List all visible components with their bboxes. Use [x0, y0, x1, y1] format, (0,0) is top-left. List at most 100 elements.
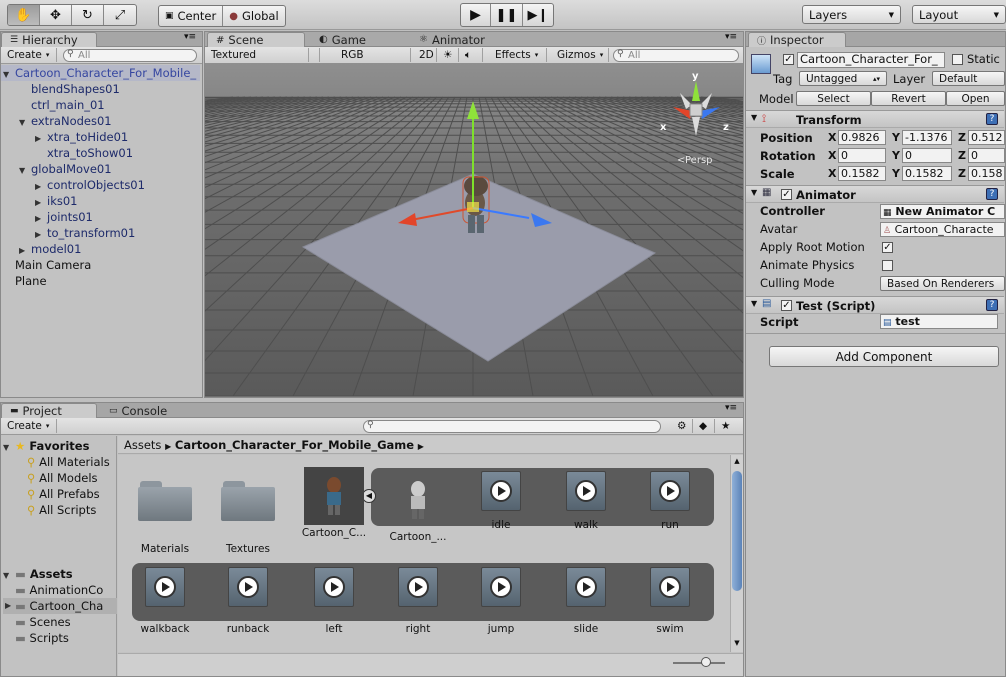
position-z-field[interactable]: 0.512 — [968, 130, 1005, 145]
help-icon[interactable]: ? — [986, 299, 998, 311]
assets-section[interactable]: ▼ ▬ Assets — [3, 566, 73, 582]
gizmos-dropdown[interactable]: Gizmos ▾ — [553, 48, 609, 62]
help-icon[interactable]: ? — [986, 188, 998, 200]
script-field[interactable]: ▤ test — [880, 314, 998, 329]
asset-item[interactable]: swim — [634, 567, 706, 635]
pause-button[interactable]: ❚❚ — [491, 4, 523, 26]
layout-dropdown[interactable]: Layout ▼ — [912, 5, 1006, 24]
asset-item[interactable]: slide — [550, 567, 622, 635]
hierarchy-search-input[interactable]: ⚲ All — [63, 49, 197, 62]
position-y-field[interactable]: -1.1376 — [902, 130, 952, 145]
mode-2d-toggle[interactable]: 2D — [415, 48, 437, 62]
favorite-item[interactable]: ⚲ All Prefabs — [27, 486, 100, 502]
hierarchy-item[interactable]: ▶ controlObjects01 — [35, 177, 145, 193]
hierarchy-item[interactable]: xtra_toShow01 — [35, 145, 133, 161]
static-checkbox[interactable] — [952, 54, 963, 65]
hierarchy-item[interactable]: ▶ iks01 — [35, 193, 77, 209]
expand-arrow-icon[interactable]: ▼ — [19, 115, 31, 131]
avatar-field[interactable]: ♙ Cartoon_Characte — [880, 222, 1005, 237]
tab-project[interactable]: ▬ Project — [1, 403, 97, 418]
collapse-arrow-icon[interactable]: ▶ — [5, 598, 17, 614]
scroll-down-icon[interactable]: ▼ — [732, 639, 742, 647]
animate-physics-checkbox[interactable] — [882, 260, 893, 271]
culling-mode-dropdown[interactable]: Based On Renderers — [880, 276, 1005, 291]
scale-tool-button[interactable]: ⤢ — [104, 5, 136, 25]
collapse-arrow-icon[interactable]: ▼ — [751, 188, 757, 197]
scale-y-field[interactable]: 0.1582 — [902, 166, 952, 181]
filter-type-button[interactable]: ⚙ — [673, 419, 693, 433]
project-search-input[interactable]: ⚲ — [363, 420, 661, 433]
hierarchy-item[interactable]: ▼ extraNodes01 — [19, 113, 112, 129]
slider-handle[interactable] — [701, 657, 711, 667]
transform-header[interactable]: ▼ ⟟ Transform ? — [746, 110, 1004, 128]
favorite-item[interactable]: ⚲ All Models — [27, 470, 98, 486]
breadcrumb-current[interactable]: Cartoon_Character_For_Mobile_Game — [175, 438, 414, 452]
model-select-button[interactable]: Select — [796, 91, 871, 106]
breadcrumb-assets[interactable]: Assets — [124, 438, 161, 452]
scale-x-field[interactable]: 0.1582 — [838, 166, 886, 181]
rotation-x-field[interactable]: 0 — [838, 148, 886, 163]
expand-arrow-icon[interactable]: ▼ — [19, 163, 31, 179]
asset-item[interactable]: walkback — [129, 567, 201, 635]
position-x-field[interactable]: 0.9826 — [838, 130, 886, 145]
asset-item[interactable]: Cartoon_... — [382, 471, 454, 543]
asset-item[interactable]: Materials — [129, 471, 201, 555]
scale-z-field[interactable]: 0.158 — [968, 166, 1005, 181]
favorite-item[interactable]: ⚲ All Scripts — [27, 502, 96, 518]
hierarchy-item[interactable]: blendShapes01 — [19, 81, 120, 97]
rotate-tool-button[interactable]: ↻ — [72, 5, 104, 25]
move-tool-button[interactable]: ✥ — [40, 5, 72, 25]
audio-toggle[interactable]: 🔈︎ — [461, 48, 483, 62]
thumbnail-size-slider[interactable] — [673, 662, 725, 664]
animator-header[interactable]: ▼ ▦ ✓ Animator ? — [746, 185, 1004, 203]
asset-item[interactable]: jump — [465, 567, 537, 635]
asset-item[interactable]: runback — [212, 567, 284, 635]
hierarchy-item[interactable]: ▶ model01 — [19, 241, 81, 257]
asset-item[interactable]: right — [382, 567, 454, 635]
asset-folder-item[interactable]: ▬ Scripts — [15, 630, 117, 646]
step-button[interactable]: ▶❙ — [523, 4, 553, 26]
asset-item[interactable]: run — [634, 471, 706, 531]
rotation-z-field[interactable]: 0 — [968, 148, 1005, 163]
asset-folder-item[interactable]: ▬ Scenes — [15, 614, 117, 630]
tab-inspector[interactable]: ⓘ Inspector — [748, 32, 846, 47]
help-icon[interactable]: ? — [986, 113, 998, 125]
project-create-dropdown[interactable]: Create ▾ — [3, 419, 57, 433]
hierarchy-item[interactable]: ▶ joints01 — [35, 209, 93, 225]
rotation-y-field[interactable]: 0 — [902, 148, 952, 163]
effects-dropdown[interactable]: Effects ▾ — [491, 48, 547, 62]
scroll-up-icon[interactable]: ▲ — [732, 457, 742, 465]
script-enabled-checkbox[interactable]: ✓ — [781, 300, 792, 311]
add-component-button[interactable]: Add Component — [769, 346, 999, 367]
hierarchy-item[interactable]: ▼ globalMove01 — [19, 161, 112, 177]
expand-arrow-icon[interactable]: ▼ — [3, 67, 15, 83]
object-name-input[interactable]: Cartoon_Character_For_ — [797, 52, 945, 68]
tab-game[interactable]: ◐ Game — [311, 32, 374, 47]
asset-item[interactable]: idle — [465, 471, 537, 531]
scene-search-input[interactable]: ⚲ All — [613, 49, 739, 62]
tag-dropdown[interactable]: Untagged ▴▾ — [799, 71, 887, 86]
layer-dropdown[interactable]: Default — [932, 71, 1005, 86]
tab-animator[interactable]: ⚛ Animator — [411, 32, 493, 47]
panel-menu-icon[interactable]: ▾≡ — [725, 403, 737, 413]
asset-item[interactable]: left — [298, 567, 370, 635]
color-mode-dropdown[interactable]: RGB — [337, 48, 411, 62]
asset-item[interactable]: walk — [550, 471, 622, 531]
lighting-toggle[interactable]: ☀ — [439, 48, 459, 62]
persp-label[interactable]: Persp — [685, 155, 713, 166]
hand-tool-button[interactable]: ✋ — [8, 5, 40, 25]
model-open-button[interactable]: Open — [946, 91, 1005, 106]
asset-grid-scrollbar[interactable]: ▲ ▼ — [730, 455, 743, 652]
panel-menu-icon[interactable]: ▾≡ — [725, 32, 737, 42]
panel-menu-icon[interactable]: ▾≡ — [184, 32, 196, 42]
animator-enabled-checkbox[interactable]: ✓ — [781, 189, 792, 200]
scene-viewport[interactable]: y x z < Persp — [205, 63, 743, 396]
hierarchy-item[interactable]: Main Camera — [3, 257, 91, 273]
layers-dropdown[interactable]: Layers ▼ — [802, 5, 901, 24]
model-revert-button[interactable]: Revert — [871, 91, 946, 106]
tab-hierarchy[interactable]: ☰ Hierarchy — [1, 32, 97, 47]
apply-root-motion-checkbox[interactable]: ✓ — [882, 242, 893, 253]
asset-folder-item[interactable]: ▬ AnimationCo — [15, 582, 117, 598]
favorite-item[interactable]: ⚲ All Materials — [27, 454, 110, 470]
play-button[interactable]: ▶ — [461, 4, 491, 26]
